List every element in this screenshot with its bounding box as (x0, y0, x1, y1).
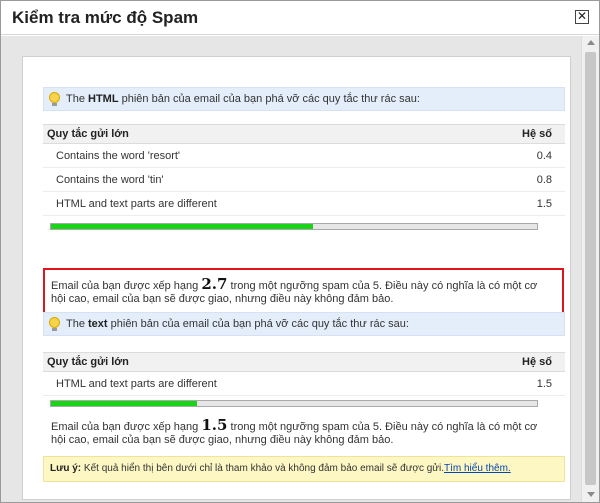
html-section-heading: The HTML phiên bản của email của bạn phá… (43, 87, 565, 111)
table-row: Contains the word 'tin' 0.8 (43, 167, 565, 192)
close-button[interactable]: ✕ (575, 10, 589, 24)
dialog-body: The HTML phiên bản của email của bạn phá… (1, 36, 599, 502)
rule-name: Contains the word 'tin' (43, 167, 454, 192)
dialog-title: Kiểm tra mức độ Spam (12, 8, 199, 27)
rule-coef: 0.8 (453, 167, 565, 192)
rule-name: Contains the word 'resort' (43, 143, 454, 168)
scrollbar-thumb[interactable] (585, 52, 596, 485)
html-spam-score: 2.7 (201, 275, 228, 293)
column-header-rule: Quy tắc gửi lớn (43, 124, 454, 144)
disclaimer-note: Lưu ý: Kết quả hiển thị bên dưới chỉ là … (43, 456, 565, 482)
learn-more-link[interactable]: Tìm hiểu thêm. (444, 463, 511, 474)
score-text-before: Email của bạn được xếp hạng (51, 421, 202, 433)
html-heading-prefix: The (66, 93, 89, 105)
text-score-message: Email của bạn được xếp hạng 1.5 trong mộ… (51, 416, 539, 447)
note-text: Kết quả hiển thị bên dưới chỉ là tham kh… (81, 463, 444, 474)
rule-coef: 1.5 (453, 371, 565, 396)
dialog-titlebar: Kiểm tra mức độ Spam ✕ (1, 1, 599, 35)
rule-name: HTML and text parts are different (43, 191, 454, 216)
table-row: HTML and text parts are different 1.5 (43, 191, 565, 216)
rule-coef: 0.4 (453, 143, 565, 168)
vertical-scrollbar[interactable] (581, 36, 599, 502)
rule-name: HTML and text parts are different (43, 371, 454, 396)
html-rules-table: Quy tắc gửi lớn Hệ số Contains the word … (43, 124, 565, 216)
table-row: Contains the word 'resort' 0.4 (43, 143, 565, 168)
note-label: Lưu ý: (50, 463, 82, 474)
html-spam-score-bar-fill (51, 224, 314, 229)
html-heading-bold: HTML (88, 93, 119, 105)
text-spam-score-bar-fill (51, 401, 197, 406)
report-panel: The HTML phiên bản của email của bạn phá… (22, 56, 571, 500)
score-text-before: Email của bạn được xếp hạng (51, 280, 202, 292)
html-heading-suffix: phiên bản của email của bạn phá vỡ các q… (118, 93, 420, 105)
scroll-up-arrow-icon[interactable] (587, 40, 595, 45)
text-spam-score: 1.5 (201, 416, 228, 434)
column-header-rule: Quy tắc gửi lớn (43, 352, 454, 372)
column-header-coef: Hệ số (453, 124, 565, 144)
table-header-row: Quy tắc gửi lớn Hệ số (43, 352, 565, 372)
lightbulb-icon (49, 317, 60, 331)
html-spam-score-bar (50, 223, 538, 230)
text-spam-score-bar (50, 400, 538, 407)
rule-coef: 1.5 (453, 191, 565, 216)
table-header-row: Quy tắc gửi lớn Hệ số (43, 124, 565, 144)
html-score-message: Email của bạn được xếp hạng 2.7 trong mộ… (51, 275, 539, 306)
text-heading-prefix: The (66, 318, 89, 330)
text-rules-table: Quy tắc gửi lớn Hệ số HTML and text part… (43, 352, 565, 396)
column-header-coef: Hệ số (453, 352, 565, 372)
spam-check-dialog: Kiểm tra mức độ Spam ✕ The HTML phiên bả… (0, 0, 600, 503)
text-heading-bold: text (88, 318, 108, 330)
text-section-heading: The text phiên bản của email của bạn phá… (43, 312, 565, 336)
scroll-down-arrow-icon[interactable] (587, 492, 595, 497)
close-icon: ✕ (576, 9, 588, 23)
text-heading-suffix: phiên bản của email của bạn phá vỡ các q… (107, 318, 409, 330)
lightbulb-icon (49, 92, 60, 106)
table-row: HTML and text parts are different 1.5 (43, 371, 565, 396)
